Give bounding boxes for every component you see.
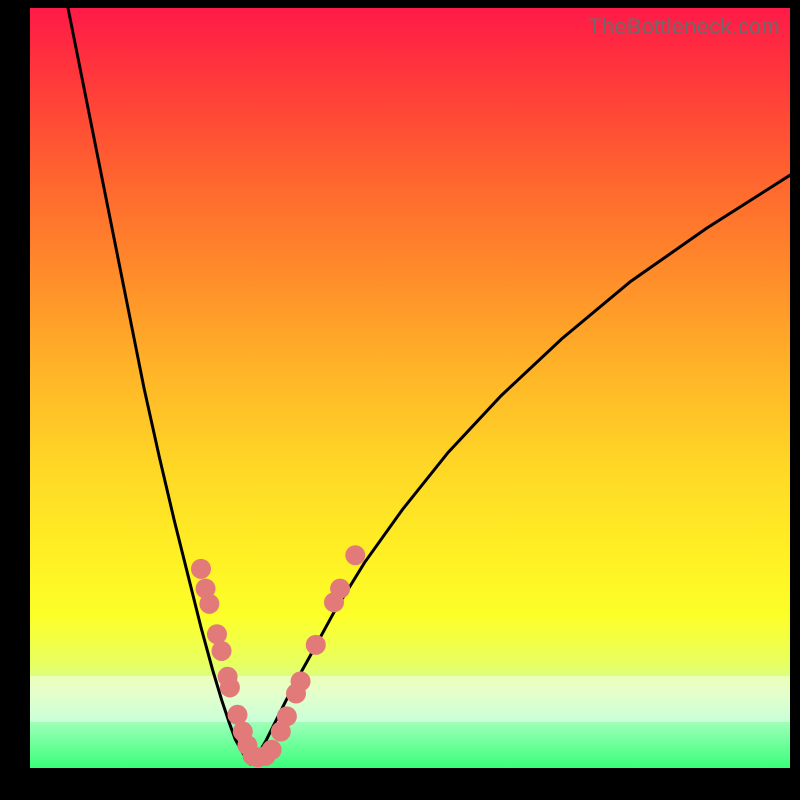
data-point	[212, 641, 232, 661]
data-point	[306, 635, 326, 655]
plot-area: TheBottleneck.com	[30, 8, 790, 768]
chart-frame: TheBottleneck.com	[0, 0, 800, 800]
data-point	[277, 706, 297, 726]
data-point	[291, 671, 311, 691]
data-point	[330, 579, 350, 599]
data-points	[191, 545, 365, 767]
data-point	[220, 677, 240, 697]
data-point	[345, 545, 365, 565]
data-point	[191, 559, 211, 579]
bottleneck-curve	[68, 8, 790, 764]
curve-right-branch	[250, 175, 790, 764]
data-point	[199, 594, 219, 614]
data-point	[207, 624, 227, 644]
chart-svg	[30, 8, 790, 768]
watermark-text: TheBottleneck.com	[588, 14, 780, 40]
data-point	[262, 740, 282, 760]
